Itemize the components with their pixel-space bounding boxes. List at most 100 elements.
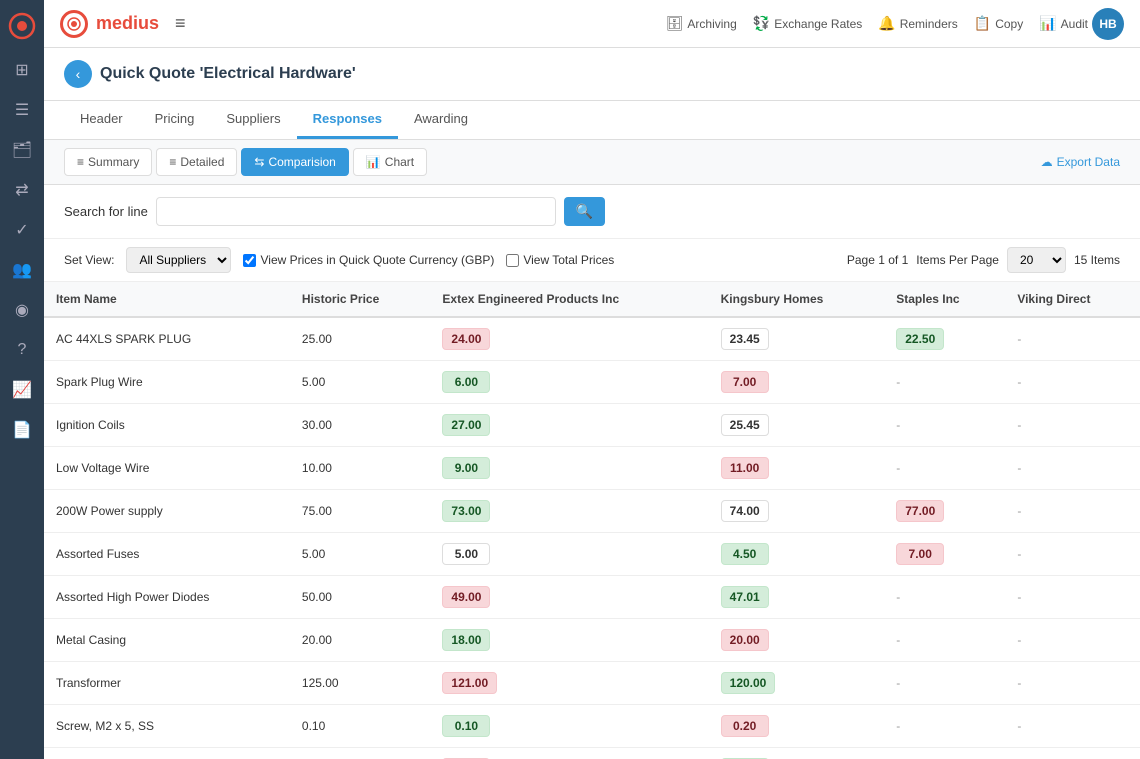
archiving-icon: 🗄 [666,15,684,32]
export-data-button[interactable]: ☁ Export Data [1041,155,1120,169]
exchange-rates-action[interactable]: 💱 Exchange Rates [753,15,863,32]
table-row: Low Voltage Wire10.009.0011.00-- [44,447,1140,490]
tab-responses[interactable]: Responses [297,101,398,139]
tab-awarding[interactable]: Awarding [398,101,484,139]
main-tabs: Header Pricing Suppliers Responses Award… [44,101,1140,140]
detailed-label: Detailed [180,155,224,169]
view-total-checkbox[interactable] [506,254,519,267]
copy-action[interactable]: 📋 Copy [974,15,1023,32]
sidebar-item-folder[interactable]: 🗂 [4,132,40,168]
exchange-rates-icon: 💱 [753,15,770,32]
table-row: Spark Plug Wire5.006.007.00-- [44,361,1140,404]
sidebar-item-people[interactable]: 👥 [4,252,40,288]
subtab-summary[interactable]: ≡ Summary [64,148,152,176]
sub-tabs-bar: ≡ Summary ≡ Detailed ⇆ Comparision 📊 Cha… [44,140,1140,185]
archiving-label: Archiving [687,17,736,31]
sidebar-item-docs[interactable]: 📄 [4,412,40,448]
search-button[interactable]: 🔍 [564,197,605,226]
top-navigation: medius ≡ 🗄 Archiving 💱 Exchange Rates 🔔 … [44,0,1140,48]
comparison-label: Comparision [268,155,335,169]
col-staples: Staples Inc [884,282,1005,317]
topnav-right: 🗄 Archiving 💱 Exchange Rates 🔔 Reminders… [666,8,1124,40]
col-extex: Extex Engineered Products Inc [430,282,708,317]
copy-label: Copy [995,17,1023,31]
page-title: Quick Quote 'Electrical Hardware' [100,65,356,83]
export-icon: ☁ [1041,155,1053,169]
search-row: Search for line 🔍 [64,197,1120,226]
app-logo: medius [60,10,159,38]
archiving-action[interactable]: 🗄 Archiving [666,15,737,32]
subtab-comparison[interactable]: ⇆ Comparision [241,148,348,176]
sidebar-item-check[interactable]: ✓ [4,212,40,248]
col-historic-price: Historic Price [290,282,431,317]
table-row: AC 44XLS SPARK PLUG25.0024.0023.4522.50- [44,317,1140,361]
reminders-label: Reminders [900,17,958,31]
filter-right: Page 1 of 1 Items Per Page 20 50 100 15 … [847,247,1120,273]
summary-label: Summary [88,155,139,169]
page-info: Page 1 of 1 [847,253,908,267]
view-prices-label: View Prices in Quick Quote Currency (GBP… [260,253,494,267]
export-label: Export Data [1057,155,1120,169]
subtab-chart[interactable]: 📊 Chart [353,148,427,176]
comparison-icon: ⇆ [254,155,264,169]
audit-icon: 📊 [1039,15,1056,32]
subtabs-left: ≡ Summary ≡ Detailed ⇆ Comparision 📊 Cha… [64,148,427,176]
search-area: Search for line 🔍 [44,185,1140,239]
filter-area: Set View: All Suppliers View Prices in Q… [44,239,1140,282]
page-title-area: ‹ Quick Quote 'Electrical Hardware' [64,60,356,88]
audit-label: Audit [1061,17,1088,31]
sidebar-item-grid[interactable]: ⊞ [4,52,40,88]
table-row: Ignition Coils30.0027.0025.45-- [44,404,1140,447]
sidebar-logo [4,8,40,44]
app-name: medius [96,13,159,34]
user-avatar[interactable]: HB [1092,8,1124,40]
table-row: Assorted Fuses5.005.004.507.00- [44,533,1140,576]
main-content: medius ≡ 🗄 Archiving 💱 Exchange Rates 🔔 … [44,0,1140,759]
table-header-row: Item Name Historic Price Extex Engineere… [44,282,1140,317]
summary-icon: ≡ [77,155,84,169]
sidebar-item-graph[interactable]: ◉ [4,292,40,328]
sidebar-item-transfer[interactable]: ⇄ [4,172,40,208]
logo-circle [60,10,88,38]
filter-left: Set View: All Suppliers View Prices in Q… [64,247,614,273]
sidebar: ⊞ ☰ 🗂 ⇄ ✓ 👥 ◉ ? 📈 📄 [0,0,44,759]
tab-header[interactable]: Header [64,101,139,139]
reminders-icon: 🔔 [878,15,895,32]
sidebar-item-chartline[interactable]: 📈 [4,372,40,408]
items-per-page-select[interactable]: 20 50 100 [1007,247,1066,273]
items-count: 15 Items [1074,253,1120,267]
data-table-container: Item Name Historic Price Extex Engineere… [44,282,1140,759]
table-row: Screw, M2 x 5, SS0.100.100.20-- [44,705,1140,748]
detailed-icon: ≡ [169,155,176,169]
audit-action[interactable]: 📊 Audit [1039,15,1088,32]
table-row: Assorted High Power Diodes50.0049.0047.0… [44,576,1140,619]
search-input[interactable] [156,197,556,226]
tab-pricing[interactable]: Pricing [139,101,211,139]
tab-suppliers[interactable]: Suppliers [210,101,296,139]
table-row: 200W Power supply75.0073.0074.0077.00- [44,490,1140,533]
col-viking: Viking Direct [1005,282,1140,317]
col-item-name: Item Name [44,282,290,317]
back-button[interactable]: ‹ [64,60,92,88]
exchange-rates-label: Exchange Rates [774,17,862,31]
sidebar-item-list[interactable]: ☰ [4,92,40,128]
topnav-left: medius ≡ [60,10,186,38]
page-header: ‹ Quick Quote 'Electrical Hardware' [44,48,1140,101]
chart-label: Chart [385,155,414,169]
view-prices-checkbox-label: View Prices in Quick Quote Currency (GBP… [243,253,494,267]
col-kingsbury: Kingsbury Homes [709,282,885,317]
sidebar-item-help[interactable]: ? [4,332,40,368]
view-total-label: View Total Prices [523,253,614,267]
subtab-detailed[interactable]: ≡ Detailed [156,148,237,176]
hamburger-icon[interactable]: ≡ [175,13,186,34]
content-area: ‹ Quick Quote 'Electrical Hardware' Head… [44,48,1140,759]
set-view-select[interactable]: All Suppliers [126,247,231,273]
table-row: Metal Casing20.0018.0020.00-- [44,619,1140,662]
set-view-label: Set View: [64,253,114,267]
view-total-checkbox-label: View Total Prices [506,253,614,267]
search-label: Search for line [64,204,148,219]
reminders-action[interactable]: 🔔 Reminders [878,15,957,32]
comparison-table: Item Name Historic Price Extex Engineere… [44,282,1140,759]
view-prices-checkbox[interactable] [243,254,256,267]
copy-icon: 📋 [974,15,991,32]
